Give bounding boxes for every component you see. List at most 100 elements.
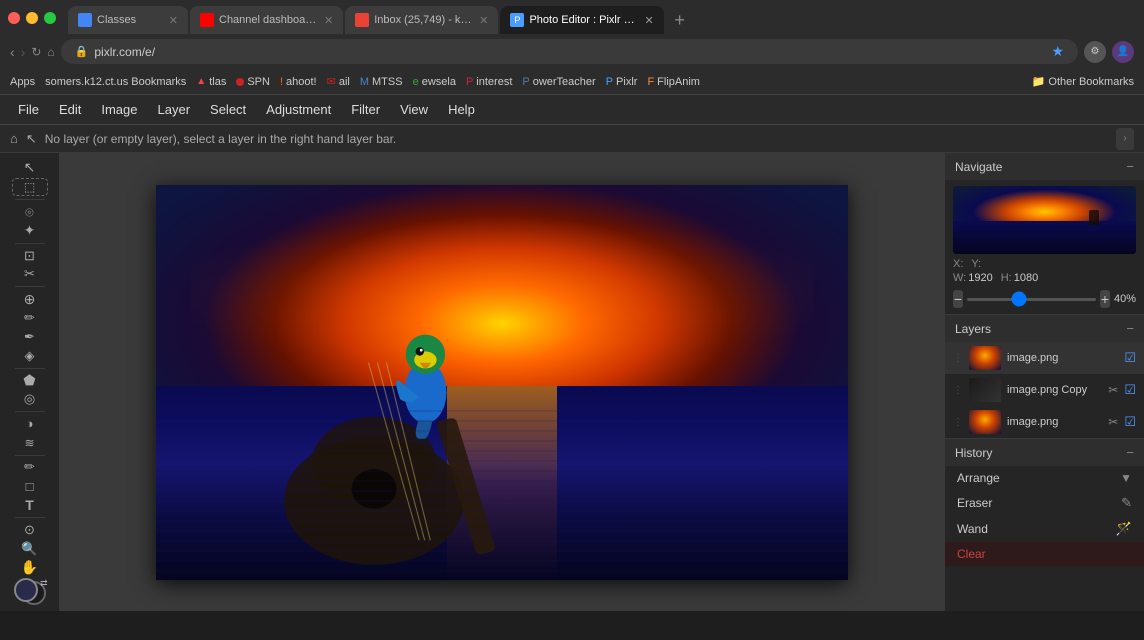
bookmark-tlas[interactable]: ▲tlas	[196, 76, 226, 88]
tab-pixlr[interactable]: P Photo Editor : Pixlr E – free ima... ✕	[500, 6, 663, 34]
home-icon[interactable]: ⌂	[10, 131, 18, 146]
canvas-wrapper[interactable]	[156, 185, 848, 580]
tool-brush[interactable]: ✏	[12, 309, 48, 327]
menu-adjustment[interactable]: Adjustment	[256, 98, 341, 121]
browser-action-menu[interactable]: 👤	[1112, 41, 1134, 63]
bookmark-spn[interactable]: SPN	[236, 76, 270, 88]
layer-name-3: image.png	[1007, 416, 1102, 428]
history-item-eraser[interactable]: Eraser ✎	[945, 490, 1144, 516]
tool-text[interactable]: T	[12, 496, 48, 514]
lock-icon: 🔒	[75, 45, 89, 58]
history-item-arrange[interactable]: Arrange ▼	[945, 466, 1144, 490]
bookmark-ail[interactable]: ✉ail	[327, 75, 350, 88]
bookmark-pixlr[interactable]: PPixlr	[606, 76, 638, 88]
history-wand-icon: 🪄	[1116, 521, 1132, 537]
swap-colors-icon[interactable]: ⇄	[40, 578, 48, 589]
tool-pencil[interactable]: ✒	[12, 328, 48, 346]
navigate-section: Navigate − X:	[945, 153, 1144, 315]
tool-pen[interactable]: ✏	[12, 458, 48, 476]
menu-layer[interactable]: Layer	[148, 98, 201, 121]
bookmark-other[interactable]: 📁Other Bookmarks	[1032, 75, 1134, 88]
menu-image[interactable]: Image	[91, 98, 147, 121]
bookmark-ewsela[interactable]: eewsela	[413, 76, 456, 88]
tab-close[interactable]: ✕	[644, 14, 653, 27]
menu-edit[interactable]: Edit	[49, 98, 91, 121]
bookmark-powerteacher[interactable]: PowerTeacher	[522, 76, 595, 88]
tool-paint-bucket[interactable]: ⬟	[12, 371, 48, 389]
tool-gradient[interactable]: ◎	[12, 390, 48, 408]
menu-filter[interactable]: Filter	[341, 98, 390, 121]
reload-button[interactable]: ↻	[31, 45, 41, 59]
navigate-thumbnail[interactable]	[953, 186, 1136, 254]
zoom-out-button[interactable]: −	[953, 290, 963, 308]
address-bar[interactable]: 🔒 pixlr.com/e/ ★	[61, 39, 1078, 64]
cursor-icon: ↖	[26, 131, 37, 147]
bookmark-flipanim[interactable]: FFlipAnim	[647, 76, 700, 88]
navigate-collapse-icon[interactable]: −	[1126, 159, 1134, 174]
canvas-area	[60, 153, 944, 611]
tool-blur[interactable]: ≋	[12, 434, 48, 452]
traffic-light-green[interactable]	[44, 12, 56, 24]
menu-help[interactable]: Help	[438, 98, 485, 121]
layer-item-1[interactable]: ⋮ image.png ☑	[945, 342, 1144, 374]
tab-close[interactable]: ✕	[479, 14, 488, 27]
tool-slice[interactable]: ✂	[12, 266, 48, 284]
tool-crop[interactable]: ⊡	[12, 247, 48, 265]
layer-item-3[interactable]: ⋮ image.png ✂ ☑	[945, 406, 1144, 438]
bookmark-mtss[interactable]: MMTSS	[360, 76, 403, 88]
tab-label: Classes	[97, 14, 136, 26]
layer-visible-checkbox-1[interactable]: ☑	[1124, 350, 1136, 366]
tool-shape[interactable]: □	[12, 477, 48, 495]
layers-collapse-icon[interactable]: −	[1126, 321, 1134, 336]
tool-magic-wand[interactable]: ✦	[12, 222, 48, 240]
bookmark-ahoot[interactable]: !ahoot!	[280, 76, 317, 88]
color-swatches: ⇄	[10, 578, 50, 606]
layer-visible-checkbox-3[interactable]: ☑	[1124, 414, 1136, 430]
history-eraser-icon: ✎	[1121, 495, 1132, 511]
tool-marquee[interactable]: ⬚	[12, 178, 48, 197]
tool-eraser[interactable]: ◈	[12, 347, 48, 365]
layer-item-2[interactable]: ⋮ image.png Copy ✂ ☑	[945, 374, 1144, 406]
tool-dodge-burn[interactable]: ◑	[12, 415, 48, 433]
layers-section: Layers − ⋮ image.png ☑ ⋮	[945, 315, 1144, 439]
menu-select[interactable]: Select	[200, 98, 256, 121]
tool-zoom[interactable]: 🔍	[12, 540, 48, 558]
layer-scissors-icon-3[interactable]: ✂	[1108, 415, 1118, 429]
tool-eyedropper[interactable]: ⊙	[12, 521, 48, 539]
menu-file[interactable]: File	[8, 98, 49, 121]
back-button[interactable]: ‹	[10, 44, 15, 60]
traffic-light-yellow[interactable]	[26, 12, 38, 24]
tool-lasso[interactable]: ⌾	[12, 203, 48, 221]
zoom-in-button[interactable]: +	[1100, 290, 1110, 308]
tab-label: Inbox (25,749) - kyle.kipfer@s...	[374, 14, 474, 26]
history-collapse-icon[interactable]: −	[1126, 445, 1134, 460]
bookmark-somers[interactable]: somers.k12.ct.us Bookmarks	[45, 76, 186, 88]
tab-youtube[interactable]: Channel dashboard - YouTube ✕	[190, 6, 343, 34]
history-item-clear[interactable]: Clear	[945, 542, 1144, 566]
w-label: W:	[953, 272, 966, 284]
traffic-light-red[interactable]	[8, 12, 20, 24]
layer-visible-checkbox-2[interactable]: ☑	[1124, 382, 1136, 398]
forward-button[interactable]: ›	[21, 44, 26, 60]
foreground-color-swatch[interactable]	[14, 578, 38, 602]
tab-classes[interactable]: Classes ✕	[68, 6, 188, 34]
history-section: History − Arrange ▼ Eraser ✎ Wand 🪄 Clea…	[945, 439, 1144, 611]
tool-healing[interactable]: ⊕	[12, 290, 48, 308]
tool-select-arrow[interactable]: ↖	[12, 159, 48, 177]
home-button[interactable]: ⌂	[47, 45, 54, 59]
layer-scissors-icon-2[interactable]: ✂	[1108, 383, 1118, 397]
bookmark-apps[interactable]: Apps	[10, 76, 35, 88]
browser-action-profile[interactable]: ⚙	[1084, 41, 1106, 63]
tab-close[interactable]: ✕	[324, 14, 333, 27]
bookmark-star-icon[interactable]: ★	[1051, 43, 1064, 60]
history-item-wand[interactable]: Wand 🪄	[945, 516, 1144, 542]
bookmark-interest[interactable]: Pinterest	[466, 76, 512, 88]
tool-hand[interactable]: ✋	[12, 559, 48, 577]
tab-close[interactable]: ✕	[169, 14, 178, 27]
tab-inbox[interactable]: Inbox (25,749) - kyle.kipfer@s... ✕	[345, 6, 498, 34]
expand-panel-button[interactable]: ›	[1116, 128, 1134, 150]
new-tab-button[interactable]: +	[666, 6, 694, 34]
zoom-slider[interactable]	[967, 298, 1096, 301]
right-panel: Navigate − X:	[944, 153, 1144, 611]
menu-view[interactable]: View	[390, 98, 438, 121]
